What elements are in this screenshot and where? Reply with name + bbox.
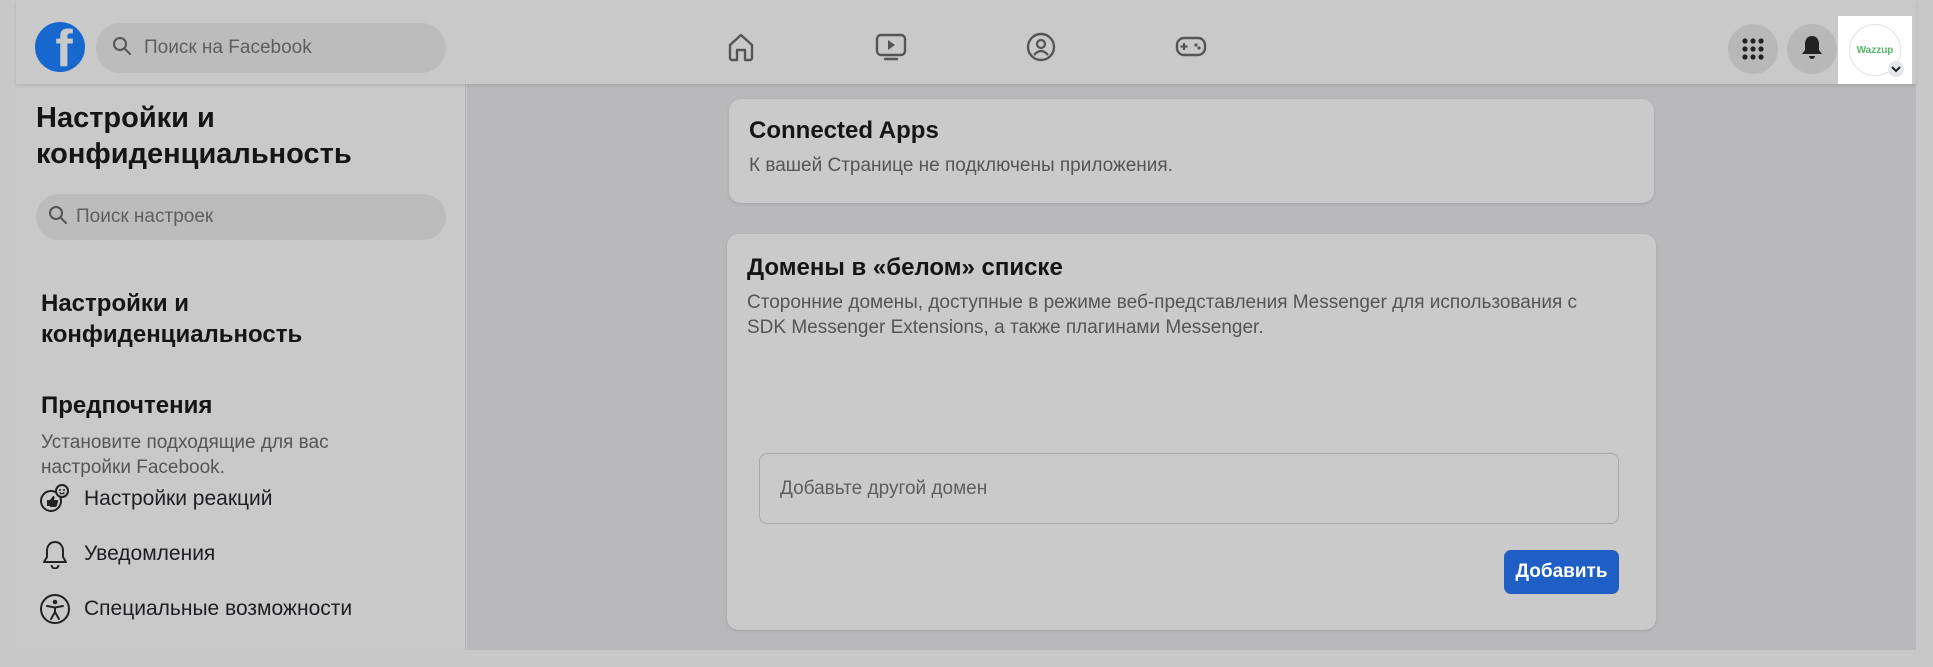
whitelisted-domains-card: Домены в «белом» списке Сторонние домены…: [727, 234, 1656, 630]
preferences-description: Установите подходящие для вас настройки …: [41, 432, 329, 478]
home-icon[interactable]: [721, 27, 761, 67]
gaming-icon[interactable]: [1171, 27, 1211, 67]
connected-apps-description: К вашей Странице не подключены приложени…: [749, 155, 1173, 176]
sidebar-item-label: Специальные возможности: [84, 597, 353, 620]
reactions-icon: [38, 482, 72, 516]
facebook-search[interactable]: [96, 23, 446, 73]
bell-icon: [1800, 34, 1824, 65]
avatar: Wazzup: [1849, 24, 1904, 77]
settings-search-input[interactable]: [76, 206, 446, 228]
chevron-down-icon: [1888, 61, 1904, 77]
facebook-logo[interactable]: f: [35, 22, 85, 72]
accessibility-icon: [38, 592, 72, 626]
connected-apps-card: Connected Apps К вашей Странице не подкл…: [729, 99, 1654, 203]
facebook-logo-letter: f: [55, 22, 73, 72]
sidebar-item-label: Настройки реакций: [84, 487, 273, 510]
profile-menu-button[interactable]: Wazzup: [1838, 16, 1912, 84]
watch-icon[interactable]: [871, 27, 911, 67]
connected-apps-title: Connected Apps: [749, 117, 939, 144]
profile-avatar-label: Wazzup: [1856, 44, 1894, 56]
settings-search[interactable]: [36, 194, 446, 240]
main-content: Connected Apps К вашей Странице не подкл…: [467, 84, 1916, 650]
notifications-button[interactable]: [1787, 24, 1837, 74]
bell-icon: [38, 537, 72, 571]
sidebar-section-settings-privacy[interactable]: Настройки и конфиденциальность: [41, 288, 441, 350]
add-domain-button[interactable]: Добавить: [1504, 550, 1619, 594]
sidebar-item-reactions[interactable]: Настройки реакций: [38, 479, 438, 519]
sidebar-item-accessibility[interactable]: Специальные возможности: [38, 589, 438, 629]
top-navigation-bar: f Wazzup: [16, 0, 1916, 84]
whitelisted-domains-description: Сторонние домены, доступные в режиме веб…: [747, 292, 1578, 338]
search-icon: [112, 36, 132, 61]
preferences-heading: Предпочтения: [41, 392, 213, 419]
page-title: Настройки и конфиденциальность: [36, 102, 352, 170]
domain-field[interactable]: [759, 453, 1619, 524]
facebook-search-input[interactable]: [144, 37, 446, 59]
sidebar-item-label: Уведомления: [84, 542, 216, 565]
sidebar-item-notifications[interactable]: Уведомления: [38, 534, 438, 574]
domain-input[interactable]: [780, 477, 1618, 500]
whitelisted-domains-title: Домены в «белом» списке: [747, 254, 1063, 281]
grid-menu-icon[interactable]: [1728, 24, 1778, 74]
groups-icon[interactable]: [1021, 27, 1061, 67]
settings-sidebar: Настройки и конфиденциальность Настройки…: [16, 84, 466, 650]
search-icon: [48, 205, 68, 230]
